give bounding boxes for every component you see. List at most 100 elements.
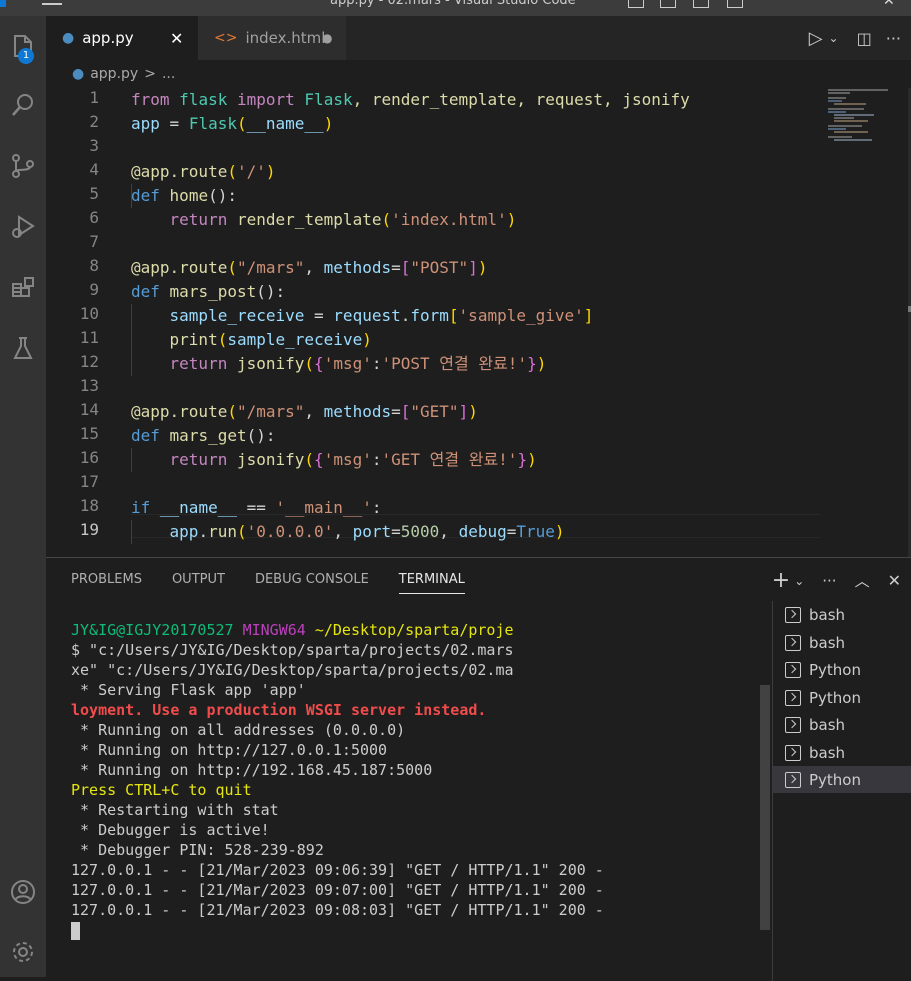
code-token: home: [169, 186, 209, 205]
line-number: 17: [79, 472, 99, 491]
breadcrumb-file[interactable]: app.py: [90, 66, 138, 82]
code-token: 'msg': [323, 450, 372, 469]
layout-icon[interactable]: [693, 0, 709, 8]
close-panel-icon[interactable]: ✕: [888, 571, 901, 590]
terminal-output[interactable]: JY&IG@IGJY20170527 MINGW64 ~/Desktop/spa…: [71, 620, 771, 970]
unsaved-dot-icon[interactable]: ●: [322, 31, 332, 45]
tab-output[interactable]: OUTPUT: [172, 572, 225, 594]
code-token: "POST": [410, 258, 469, 277]
tab-index-html[interactable]: <> index.html ●: [198, 16, 346, 60]
chevron-down-icon[interactable]: ⌄: [794, 574, 804, 588]
terminal-item-selected[interactable]: Python: [773, 766, 911, 793]
testing-flask-icon[interactable]: [0, 326, 46, 370]
source-control-icon[interactable]: [0, 144, 46, 188]
code-token: Flask: [304, 90, 353, 109]
terminal-icon: [785, 716, 801, 733]
more-actions-icon[interactable]: ···: [886, 29, 901, 48]
code-token: app: [131, 114, 160, 133]
chevron-down-icon[interactable]: ⌄: [829, 31, 839, 45]
code-token: jsonify: [236, 354, 305, 373]
code-token: 'sample_give': [458, 306, 584, 325]
run-debug-icon[interactable]: [0, 204, 46, 248]
terminal-item-label: bash: [809, 715, 846, 734]
code-editor[interactable]: 1 2 3 4 5 6 7 8 9 10 11 12 13 14 15 16 1…: [46, 88, 911, 557]
code-token: __name__: [246, 114, 324, 133]
tab-app-py[interactable]: ● app.py ✕: [46, 16, 198, 60]
terminal-list: bash bash Python Python bash bash Python: [772, 601, 911, 981]
code-token: def: [131, 186, 160, 205]
terminal-item[interactable]: Python: [773, 684, 911, 711]
tab-terminal[interactable]: TERMINAL: [398, 572, 465, 594]
code-token: def: [131, 282, 160, 301]
extensions-icon[interactable]: [0, 266, 46, 310]
terminal-line: * Running on http://127.0.0.1:5000: [71, 741, 388, 759]
code-token: Flask: [188, 114, 237, 133]
tab-problems[interactable]: PROBLEMS: [71, 572, 142, 594]
menu-icon[interactable]: [42, 3, 62, 5]
breadcrumb: ● app.py > ...: [46, 60, 911, 88]
more-actions-icon[interactable]: ···: [822, 572, 836, 590]
line-number: 3: [89, 136, 99, 155]
line-number: 13: [79, 376, 99, 395]
line-number: 18: [79, 496, 99, 515]
window-close-icon[interactable]: ✕: [883, 0, 895, 9]
accounts-icon[interactable]: [0, 870, 46, 914]
title-bar: app.py - 02.mars - Visual Studio Code ✕: [0, 0, 911, 16]
terminal-scrollbar[interactable]: [760, 685, 770, 930]
html-file-icon: <>: [214, 30, 238, 46]
code-line: return render_template('index.html'): [169, 210, 517, 229]
terminal-line: * Serving Flask app 'app': [71, 681, 306, 699]
line-number: 5: [89, 184, 99, 203]
terminal-item[interactable]: bash: [773, 711, 911, 738]
search-icon[interactable]: [0, 83, 46, 127]
tab-label: app.py: [82, 29, 134, 47]
breadcrumb-separator: >: [144, 66, 156, 82]
code-line: print(sample_receive): [169, 330, 372, 349]
tab-close-icon[interactable]: ✕: [170, 29, 183, 48]
code-token: True: [516, 522, 555, 541]
code-line: if __name__ == '__main__':: [131, 498, 382, 517]
terminal-line: $ "c:/Users/JY&IG/Desktop/sparta/project…: [71, 641, 514, 659]
terminal-icon: [785, 634, 801, 651]
line-number: 11: [79, 328, 99, 347]
terminal-icon: [785, 689, 801, 706]
python-file-icon: ●: [62, 30, 75, 46]
editor-actions: ▷ ⌄ ◫ ···: [809, 16, 901, 60]
code-token: run: [208, 522, 237, 541]
code-token: ==: [236, 498, 276, 517]
line-number: 6: [89, 208, 99, 227]
code-line: return jsonify({'msg':'GET 연결 완료!'}): [169, 450, 537, 469]
minimap[interactable]: [828, 88, 908, 148]
terminal-item[interactable]: bash: [773, 629, 911, 656]
line-number: 7: [89, 232, 99, 251]
code-token: "GET": [410, 402, 459, 421]
code-token: =: [159, 114, 189, 133]
settings-gear-icon[interactable]: [0, 930, 46, 974]
terminal-item[interactable]: bash: [773, 601, 911, 628]
new-terminal-plus-icon[interactable]: +: [772, 568, 790, 593]
code-line: @app.route('/'): [131, 162, 276, 181]
split-editor-icon[interactable]: ◫: [857, 29, 872, 48]
terminal-icon: [785, 771, 801, 788]
code-token: 5000: [400, 522, 440, 541]
terminal-line: * Running on http://192.168.45.187:5000: [71, 761, 433, 779]
code-token: =: [304, 306, 334, 325]
code-token: if: [131, 498, 151, 517]
maximize-panel-icon[interactable]: ︿: [855, 570, 870, 591]
code-token: return: [169, 354, 228, 373]
layout-icon[interactable]: [628, 0, 644, 8]
layout-icon[interactable]: [727, 0, 743, 8]
terminal-item[interactable]: Python: [773, 656, 911, 683]
code-token: ():: [256, 282, 286, 301]
terminal-item[interactable]: bash: [773, 739, 911, 766]
terminal-icon: [785, 744, 801, 761]
terminal-icon: [785, 661, 801, 678]
tab-debug-console[interactable]: DEBUG CONSOLE: [255, 572, 369, 594]
code-line: from flask import Flask, render_template…: [131, 88, 690, 112]
code-token: form: [410, 306, 449, 325]
run-icon[interactable]: ▷: [809, 28, 823, 49]
layout-icon[interactable]: [660, 0, 676, 8]
breadcrumb-more[interactable]: ...: [162, 66, 175, 82]
terminal-line: * Debugger is active!: [71, 821, 270, 839]
line-number: 10: [79, 304, 99, 323]
